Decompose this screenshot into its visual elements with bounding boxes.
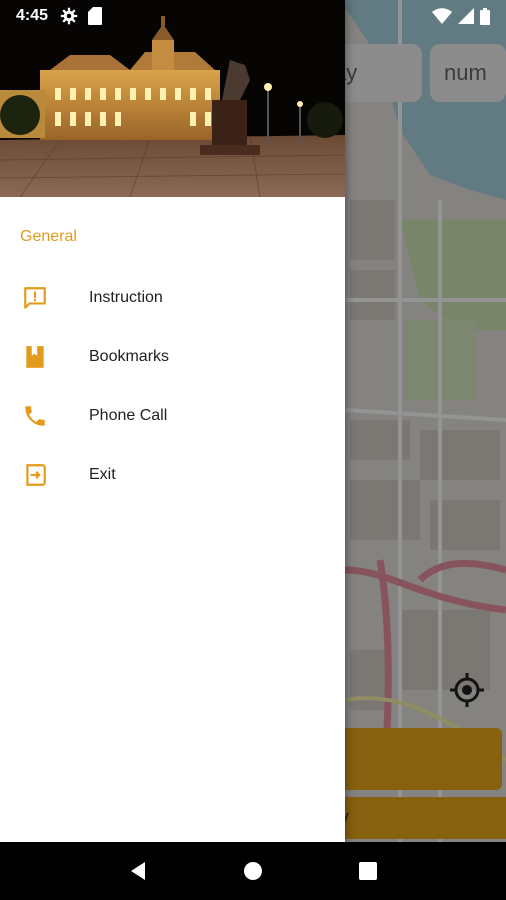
exit-icon <box>22 462 48 488</box>
signal-icon <box>458 8 474 24</box>
status-time: 4:45 <box>16 7 49 24</box>
recents-icon <box>359 862 378 880</box>
system-nav-bar <box>0 842 506 900</box>
menu-item-phone-call[interactable]: Phone Call <box>0 386 345 445</box>
menu-item-exit[interactable]: Exit <box>0 445 345 504</box>
back-button[interactable] <box>118 851 158 891</box>
wifi-icon <box>432 8 452 24</box>
status-bar: 4:45 <box>0 0 506 32</box>
feedback-icon <box>22 285 48 311</box>
drawer-menu: Instruction Bookmarks Phone Call Exit <box>0 268 345 504</box>
home-button[interactable] <box>233 851 273 891</box>
bookmark-book-icon <box>22 344 48 370</box>
home-icon <box>243 862 262 880</box>
battery-icon <box>480 7 490 25</box>
settings-icon <box>60 7 78 25</box>
menu-label-exit: Exit <box>89 465 116 483</box>
sd-card-icon <box>88 7 103 25</box>
menu-label-instruction: Instruction <box>89 288 163 306</box>
recents-button[interactable] <box>348 851 388 891</box>
back-icon <box>130 862 145 880</box>
section-title-general: General <box>20 228 77 245</box>
menu-label-phone-call: Phone Call <box>89 406 168 424</box>
phone-icon <box>22 403 48 429</box>
menu-label-bookmarks: Bookmarks <box>89 347 170 365</box>
menu-item-bookmarks[interactable]: Bookmarks <box>0 327 345 386</box>
navigation-drawer: General Instruction Bookmarks Phone Call… <box>0 0 345 842</box>
menu-item-instruction[interactable]: Instruction <box>0 268 345 327</box>
